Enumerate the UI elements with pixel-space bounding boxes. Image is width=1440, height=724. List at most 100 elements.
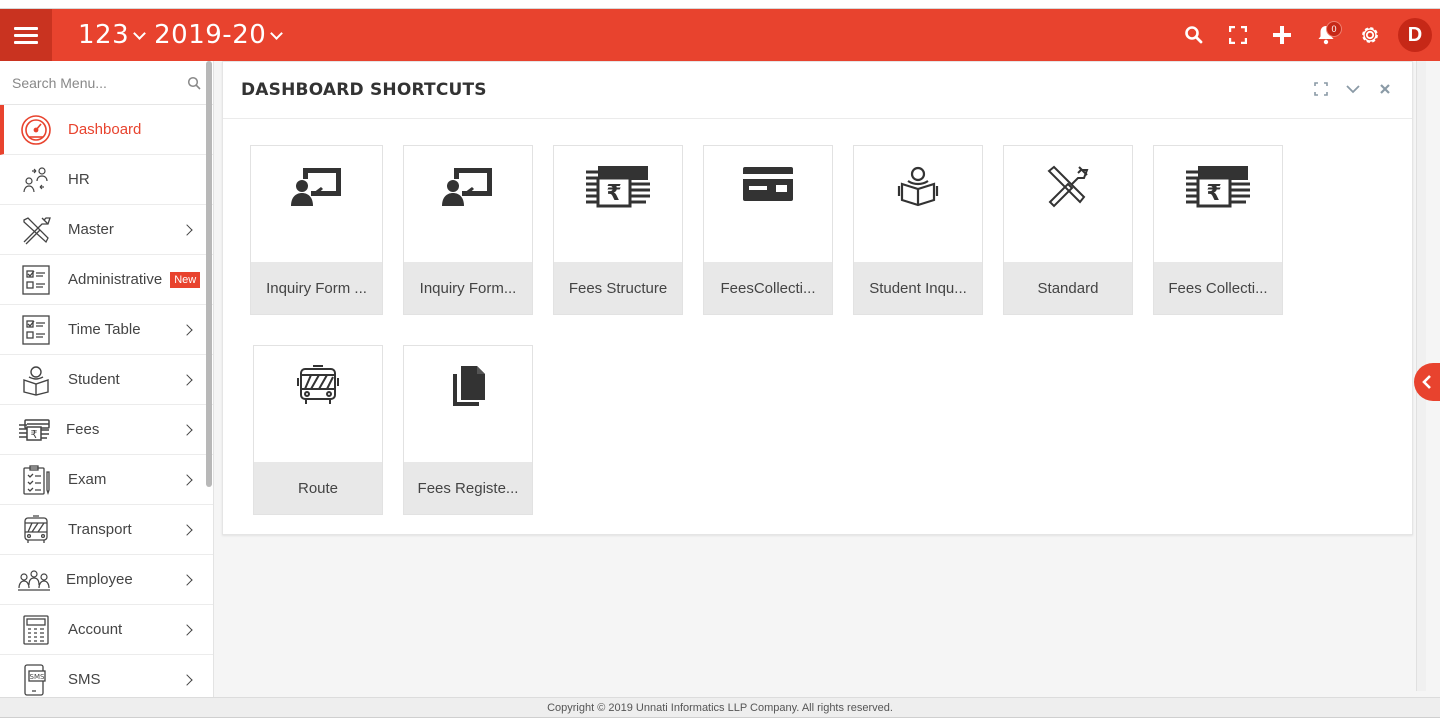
sidebar-item-hr[interactable]: HR: [0, 155, 213, 205]
sidebar-item-student[interactable]: Student: [0, 355, 213, 405]
window-bottom-strip: [0, 717, 1440, 724]
checklist-icon: [22, 314, 50, 345]
hamburger-icon: [14, 23, 38, 48]
sidebar-item-administrative[interactable]: Administrative New: [0, 255, 213, 305]
new-badge: New: [170, 271, 201, 288]
sidebar-item-exam[interactable]: Exam: [0, 455, 213, 505]
sidebar-item-label: Time Table: [68, 321, 141, 338]
tools-icon: [1047, 165, 1089, 208]
sidebar: Dashboard HR Master Administrative New T…: [0, 61, 214, 697]
shortcut-tile-label: Fees Registe...: [417, 479, 519, 497]
shortcut-tile[interactable]: FeesCollecti...: [703, 145, 833, 315]
plus-icon: [1273, 26, 1291, 44]
sidebar-item-account[interactable]: Account: [0, 605, 213, 655]
panel-header: DASHBOARD SHORTCUTS: [223, 62, 1412, 119]
money-stack-icon: ₹: [19, 418, 50, 441]
shortcut-tile[interactable]: Inquiry Form ...: [250, 145, 383, 315]
chevron-right-icon: [181, 574, 193, 586]
year-selector[interactable]: 2019-20: [154, 20, 284, 50]
panel-title: DASHBOARD SHORTCUTS: [241, 80, 487, 100]
fullscreen-button[interactable]: [1216, 9, 1260, 61]
sidebar-item-transport[interactable]: Transport: [0, 505, 213, 555]
notifications-button[interactable]: 0: [1304, 9, 1348, 61]
menu-toggle-button[interactable]: [0, 9, 52, 61]
shortcut-tile-label: Student Inqu...: [869, 279, 967, 297]
svg-text:₹: ₹: [31, 428, 38, 441]
chevron-right-icon: [181, 674, 193, 686]
sidebar-item-master[interactable]: Master: [0, 205, 213, 255]
sidebar-item-time-table[interactable]: Time Table: [0, 305, 213, 355]
checklist-icon: [22, 264, 50, 295]
sidebar-scrollbar[interactable]: [206, 61, 212, 487]
sidebar-item-sms[interactable]: SMS SMS: [0, 655, 213, 697]
dashboard-gauge-icon: [21, 114, 51, 145]
sidebar-item-label: Employee: [66, 571, 133, 588]
panel-close-button[interactable]: [1376, 80, 1394, 98]
menu-search-input[interactable]: [12, 74, 187, 91]
money-stack-icon: ₹: [1186, 166, 1250, 208]
sidebar-item-label: Administrative: [68, 271, 163, 288]
window-top-strip: [0, 0, 1440, 9]
user-avatar[interactable]: D: [1398, 18, 1432, 52]
chevron-right-icon: [181, 324, 193, 336]
shortcut-tile-label: Route: [297, 479, 339, 497]
teacher-board-icon: [290, 168, 341, 206]
shortcut-tile[interactable]: ₹ Fees Structure: [553, 145, 683, 315]
credit-card-icon: [743, 167, 793, 201]
panel-collapse-button[interactable]: [1344, 80, 1362, 98]
year-selector-label: 2019-20: [154, 20, 267, 50]
chevron-right-icon: [181, 474, 193, 486]
search-icon: [1185, 26, 1203, 44]
bus-icon: [24, 514, 48, 543]
sidebar-item-employee[interactable]: Employee: [0, 555, 213, 605]
shortcut-tile-label: Inquiry Form ...: [266, 279, 367, 297]
chevron-right-icon: [181, 624, 193, 636]
sidebar-item-label: Dashboard: [68, 121, 142, 138]
sidebar-item-fees[interactable]: ₹ Fees: [0, 405, 213, 455]
money-stack-icon: ₹: [586, 166, 650, 208]
shortcut-tile[interactable]: Standard: [1003, 145, 1133, 315]
employees-icon: [18, 569, 50, 591]
chevron-right-icon: [181, 524, 193, 536]
svg-text:₹: ₹: [1206, 181, 1221, 206]
gear-icon: [1362, 27, 1378, 43]
dashboard-shortcuts-panel: DASHBOARD SHORTCUTS Inquiry Form ... Inq…: [222, 61, 1413, 535]
copyright-text: Copyright © 2019 Unnati Informatics LLP …: [547, 701, 893, 714]
chevron-down-icon: [1346, 85, 1360, 94]
shortcut-tile[interactable]: ₹ Fees Collecti...: [1153, 145, 1283, 315]
add-button[interactable]: [1260, 9, 1304, 61]
chevron-right-icon: [181, 374, 193, 386]
fullscreen-icon: [1229, 26, 1247, 44]
sidebar-item-label: Fees: [66, 421, 100, 438]
chevron-right-icon: [181, 224, 193, 236]
header-title-group: 123 2019-20: [78, 20, 291, 50]
sidebar-item-label: Master: [68, 221, 114, 238]
top-header: 123 2019-20 0 D: [0, 9, 1440, 61]
school-selector[interactable]: 123: [78, 20, 147, 50]
sms-phone-icon: SMS: [24, 663, 46, 696]
search-button[interactable]: [1172, 9, 1216, 61]
shortcut-tile[interactable]: Inquiry Form...: [403, 145, 533, 315]
notification-count-badge: 0: [1326, 21, 1342, 37]
hr-people-icon: [23, 166, 48, 192]
svg-text:SMS: SMS: [30, 673, 45, 681]
shortcut-tile-label: Standard: [1037, 279, 1099, 297]
tools-icon: [23, 216, 51, 244]
search-icon[interactable]: [187, 76, 201, 90]
chevron-down-icon: [133, 26, 147, 40]
shortcut-tile[interactable]: Route: [253, 345, 383, 515]
student-reading-icon: [897, 166, 939, 207]
shortcut-tile[interactable]: Fees Registe...: [403, 345, 533, 515]
student-reading-icon: [23, 365, 49, 396]
shortcut-tile-label: Fees Structure: [568, 279, 668, 297]
panel-expand-button[interactable]: [1312, 80, 1330, 98]
settings-button[interactable]: [1348, 9, 1392, 61]
shortcut-tile-label: Fees Collecti...: [1168, 279, 1268, 297]
bus-icon: [297, 365, 339, 404]
shortcut-tile[interactable]: Student Inqu...: [853, 145, 983, 315]
chevron-down-icon: [270, 26, 284, 40]
close-icon: [1380, 84, 1390, 94]
calculator-icon: [23, 614, 49, 645]
sidebar-item-dashboard[interactable]: Dashboard: [0, 105, 213, 155]
svg-text:₹: ₹: [606, 181, 621, 206]
